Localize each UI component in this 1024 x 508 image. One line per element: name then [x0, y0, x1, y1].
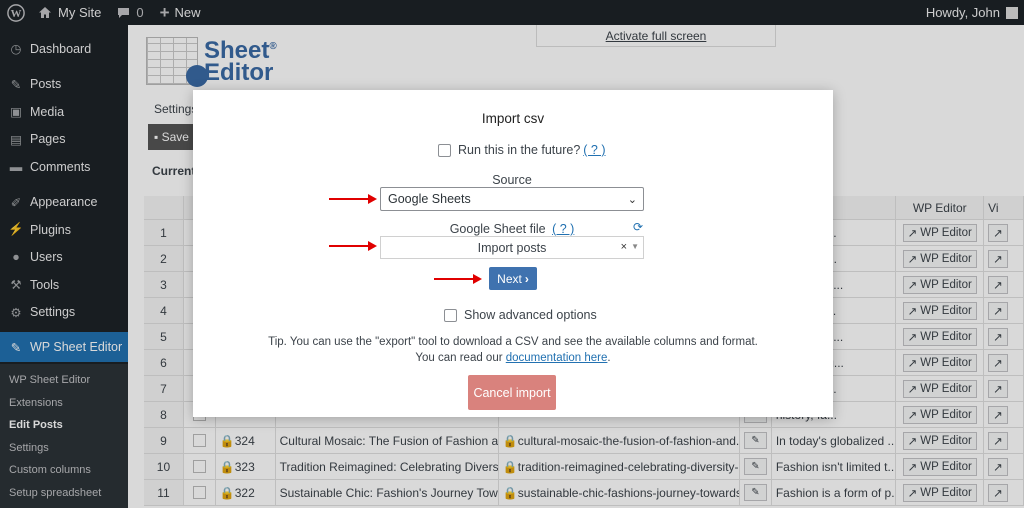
run-future-label: Run this in the future?: [458, 143, 581, 157]
run-future-help-link[interactable]: ( ? ): [583, 143, 605, 157]
dropdown-triangle-icon: ▼: [631, 242, 639, 251]
source-label: Source: [492, 173, 532, 187]
chevron-right-icon: ›: [524, 271, 529, 286]
next-button[interactable]: Next ›: [489, 267, 537, 290]
red-arrow-icon: [434, 274, 482, 284]
source-select[interactable]: Google Sheets ⌄: [380, 187, 644, 211]
chevron-down-icon: ⌄: [627, 194, 637, 206]
tip-line-1: Tip. You can use the "export" tool to do…: [268, 336, 758, 348]
red-arrow-icon: [329, 194, 377, 204]
sheet-file-help-link[interactable]: ( ? ): [552, 222, 574, 236]
refresh-icon[interactable]: ⟳: [633, 220, 643, 234]
advanced-options-label: Show advanced options: [464, 308, 597, 322]
advanced-options-row: Show advanced options: [444, 308, 597, 322]
next-label: Next: [497, 271, 522, 286]
modal-title: Import csv: [481, 111, 545, 126]
sheet-file-label: Google Sheet file: [449, 222, 546, 236]
import-csv-modal: Import csv Run this in the future? ( ? )…: [193, 90, 833, 417]
tip-text: Tip. You can use the "export" tool to do…: [193, 334, 833, 366]
sheet-file-select[interactable]: Import posts × ▼: [380, 236, 644, 259]
clear-icon[interactable]: ×: [621, 241, 627, 253]
sheet-file-label-row: Google Sheet file ( ? ): [380, 222, 644, 236]
run-future-row: Run this in the future? ( ? ): [438, 143, 606, 157]
documentation-link[interactable]: documentation here: [506, 352, 608, 364]
source-value: Google Sheets: [388, 192, 471, 206]
sheet-file-value: Import posts: [477, 240, 547, 255]
tip-line-2: You can read our documentation here.: [415, 352, 611, 364]
cancel-import-button[interactable]: Cancel import: [468, 375, 556, 410]
advanced-options-checkbox[interactable]: [444, 308, 457, 322]
run-future-checkbox[interactable]: [438, 143, 451, 157]
red-arrow-icon: [329, 241, 377, 251]
